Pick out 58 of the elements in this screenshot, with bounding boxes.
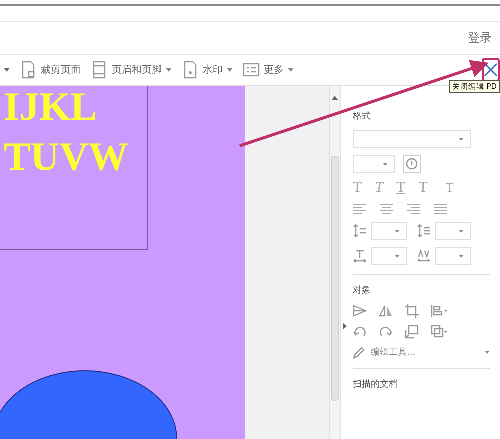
document-text: IJKL: [3, 86, 98, 131]
rotate-left-icon: [353, 325, 367, 339]
replace-image-icon: [405, 325, 419, 339]
scroll-up-icon: [332, 96, 338, 100]
dropdown-field[interactable]: [371, 247, 407, 265]
text-style-button[interactable]: T: [446, 180, 454, 196]
rotate-right-icon: [379, 325, 393, 339]
caret-icon: [383, 162, 388, 166]
caret-icon: [395, 230, 400, 232]
text-style-button[interactable]: T: [396, 180, 406, 196]
info-button[interactable]: [403, 155, 421, 173]
toolbar-button[interactable]: 水印: [182, 61, 233, 79]
toolbar-button[interactable]: 裁剪页面: [20, 61, 81, 79]
crop-page-icon: [20, 61, 37, 79]
arrange-icon: [431, 325, 449, 339]
text-style-button[interactable]: T: [375, 180, 384, 196]
align-objects-icon: [431, 304, 449, 318]
crop-icon: [405, 304, 419, 318]
paragraph-spacing-icon: [417, 224, 431, 238]
caret-icon: [395, 254, 400, 258]
text-scale-icon: [353, 249, 367, 263]
dropdown-field[interactable]: [435, 222, 471, 240]
character-spacing-icon: [417, 249, 431, 263]
align-left-icon: [353, 203, 366, 215]
expand-icon: [343, 323, 347, 330]
document-text: TUVW: [3, 133, 130, 181]
page-header-icon: [91, 61, 108, 79]
section-title: 格式: [353, 110, 372, 123]
section-title: 扫描的文档: [353, 378, 399, 391]
dropdown-field[interactable]: [435, 247, 471, 265]
text-style-button[interactable]: T: [353, 180, 362, 196]
caret-icon: [485, 351, 490, 354]
caret-icon: [4, 68, 10, 72]
dropdown-field[interactable]: [371, 222, 407, 240]
scrollbar[interactable]: [329, 86, 340, 439]
caret-icon: [459, 254, 464, 258]
justify-icon: [434, 203, 447, 215]
close-icon: [484, 63, 498, 77]
align-center-icon: [380, 203, 393, 215]
dropdown-field[interactable]: [353, 155, 395, 173]
caret-icon: [459, 230, 464, 232]
toolbar-button[interactable]: 更多: [243, 61, 294, 79]
scrollbar-thumb[interactable]: [331, 156, 339, 401]
edit-tool-dropdown[interactable]: 编辑工具...: [353, 346, 490, 359]
flip-triangle-icon: [353, 304, 367, 318]
caret-icon: [459, 138, 464, 140]
toolbar-button[interactable]: 页眉和页脚: [91, 61, 172, 79]
align-right-icon: [407, 203, 420, 215]
text-style-button[interactable]: T: [418, 180, 433, 196]
document-icon: [182, 61, 199, 79]
pencil-icon: [353, 346, 365, 358]
list-icon: [243, 61, 260, 79]
section-title: 对象: [353, 284, 372, 297]
dropdown-field[interactable]: [353, 130, 471, 148]
mirror-triangle-icon: [379, 304, 393, 318]
line-spacing-icon: [353, 224, 367, 238]
login-link[interactable]: 登录: [468, 30, 492, 46]
info-icon: [406, 158, 418, 170]
